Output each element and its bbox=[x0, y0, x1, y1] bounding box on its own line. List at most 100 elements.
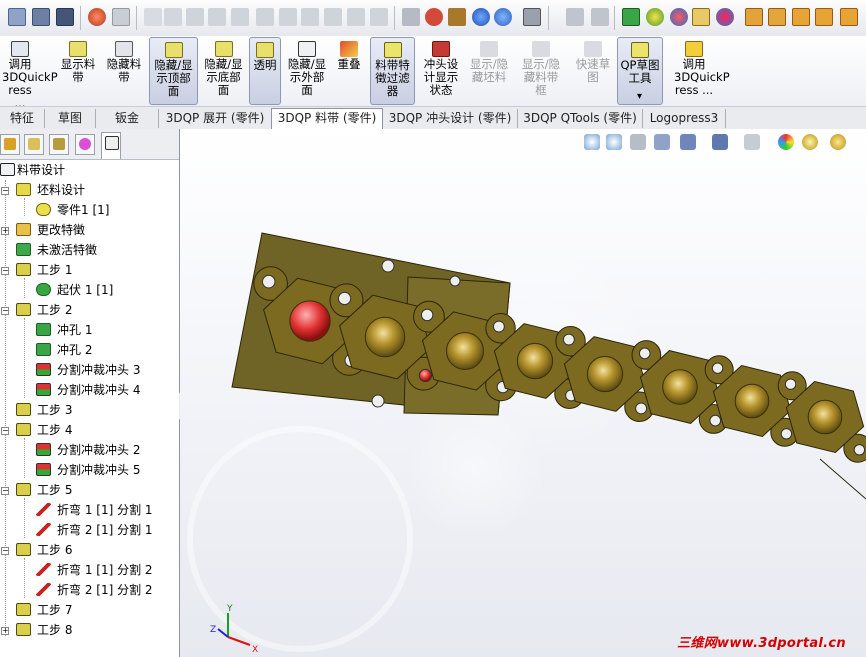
toggle-blank-button[interactable]: 显示/隐 藏坯料 bbox=[466, 37, 512, 105]
search-icon[interactable] bbox=[472, 8, 490, 26]
tab-3dqp-qtools[interactable]: 3DQP QTools (零件) bbox=[518, 109, 643, 128]
tab-sketch[interactable]: 草图 bbox=[45, 109, 96, 128]
collapse-toggle[interactable]: − bbox=[1, 427, 9, 435]
expand-toggle[interactable]: + bbox=[1, 227, 9, 235]
call-3dquickpress-button-2[interactable]: 调用 3DQuickP ress ... bbox=[672, 37, 730, 105]
overlap-button[interactable]: 重叠 bbox=[333, 37, 365, 105]
strip-tab-icon bbox=[105, 136, 119, 150]
split-punch-icon bbox=[36, 443, 51, 456]
outer-face-icon bbox=[298, 41, 316, 57]
tab-3dqp-punch-design[interactable]: 3DQP 冲头设计 (零件) bbox=[383, 109, 518, 128]
expand-toggle[interactable]: + bbox=[1, 627, 9, 635]
tee-icon[interactable] bbox=[324, 8, 342, 26]
rebuild-icon[interactable] bbox=[88, 8, 106, 26]
configuration-icon bbox=[53, 138, 65, 150]
bottom-face-icon bbox=[214, 41, 233, 57]
tab-hole bbox=[635, 402, 648, 415]
toggle-strip-frame-button[interactable]: 显示/隐 藏料带 框 bbox=[517, 37, 565, 105]
die-icon[interactable] bbox=[768, 8, 786, 26]
tool-a-icon[interactable] bbox=[566, 8, 584, 26]
part-dome bbox=[586, 355, 624, 393]
properties-icon[interactable] bbox=[523, 8, 541, 26]
tab-3dqp-unfold[interactable]: 3DQP 展开 (零件) bbox=[159, 109, 272, 128]
feature-manager-panel: 料带设计 − 坯料设计 零件1 [1] + 更改特徵 未激活特徵 − 工步 1 … bbox=[0, 129, 180, 657]
panel-tabs bbox=[0, 129, 179, 160]
tab-3dqp-strip[interactable]: 3DQP 料带 (零件) bbox=[271, 108, 383, 130]
cut-icon[interactable] bbox=[425, 8, 443, 26]
globe-green-icon[interactable] bbox=[646, 8, 664, 26]
call-3dquickpress-button[interactable]: 调用 3DQuickP ress ... bbox=[0, 37, 58, 110]
transparent-button[interactable]: 透明 bbox=[249, 37, 281, 105]
camera-icon[interactable] bbox=[402, 8, 420, 26]
punch-design-state-button[interactable]: 冲头设 计显示 状态 bbox=[418, 37, 464, 105]
collapse-toggle[interactable]: − bbox=[1, 487, 9, 495]
show-strip-button[interactable]: 显示料 带 bbox=[56, 37, 100, 105]
magnet-icon[interactable] bbox=[448, 8, 466, 26]
blank-design-icon bbox=[16, 183, 31, 196]
tab-hole bbox=[709, 414, 722, 427]
dimxpert-tab[interactable] bbox=[75, 134, 95, 155]
chevron-down-icon[interactable]: ▾ bbox=[637, 90, 642, 103]
pin-icon[interactable] bbox=[716, 8, 734, 26]
stamp-icon[interactable] bbox=[745, 8, 763, 26]
collapse-toggle[interactable]: − bbox=[1, 307, 9, 315]
part-dome bbox=[289, 300, 331, 342]
feature-tree-icon bbox=[4, 138, 16, 150]
grid2-icon[interactable] bbox=[301, 8, 319, 26]
tab-logopress3[interactable]: Logopress3 bbox=[643, 109, 726, 128]
punch2-icon[interactable] bbox=[815, 8, 833, 26]
quickpress-yellow-icon bbox=[685, 41, 703, 57]
list-icon[interactable] bbox=[186, 8, 204, 26]
punch-icon[interactable] bbox=[792, 8, 810, 26]
tree-node-blank-design[interactable]: − 坯料设计 bbox=[0, 180, 179, 200]
grid-icon[interactable] bbox=[164, 8, 182, 26]
collapse-toggle[interactable]: − bbox=[1, 267, 9, 275]
tab-hole bbox=[780, 428, 793, 440]
strip-feature-filter-button[interactable]: 料带特 徵过滤 器 bbox=[370, 37, 415, 105]
graphics-viewport[interactable]: Y X Z 三维网www.3dportal.cn bbox=[180, 129, 866, 657]
toggle-bottom-face-button[interactable]: 隐藏/显 示底部 面 bbox=[200, 37, 247, 105]
sketch-line-icon[interactable] bbox=[144, 8, 162, 26]
pierce-icon bbox=[36, 323, 51, 336]
collapse-toggle[interactable]: − bbox=[1, 187, 9, 195]
tool-b-icon[interactable] bbox=[591, 8, 609, 26]
strip-frame-icon bbox=[532, 41, 550, 57]
feature-tree-tab[interactable] bbox=[0, 134, 20, 155]
top-face-icon bbox=[164, 42, 183, 58]
panel-icon[interactable] bbox=[370, 8, 388, 26]
tee2-icon[interactable] bbox=[347, 8, 365, 26]
tab-sheetmetal[interactable]: 钣金 bbox=[96, 109, 159, 128]
strip-model[interactable]: Y X Z bbox=[180, 129, 866, 657]
columns-icon[interactable] bbox=[208, 8, 226, 26]
tab-hole bbox=[638, 347, 651, 360]
quick-sketch-icon bbox=[584, 41, 602, 57]
qp-sketch-tools-button[interactable]: QP草图 工具 ▾ bbox=[617, 37, 663, 105]
quick-sketch-button[interactable]: 快速草 图 bbox=[571, 37, 615, 105]
floppy-save-icon[interactable] bbox=[56, 8, 74, 26]
punch3-icon[interactable] bbox=[840, 8, 858, 26]
split-punch-icon bbox=[36, 463, 51, 476]
red-arrows-icon[interactable] bbox=[670, 8, 688, 26]
step-icon bbox=[16, 483, 31, 496]
table-icon[interactable] bbox=[256, 8, 274, 26]
scissors-icon[interactable] bbox=[231, 8, 249, 26]
strip-layout-tab[interactable] bbox=[101, 132, 121, 159]
save-file-icon[interactable] bbox=[32, 8, 50, 26]
hand-icon[interactable] bbox=[692, 8, 710, 26]
collapse-toggle[interactable]: − bbox=[1, 547, 9, 555]
tab-hole bbox=[492, 320, 505, 333]
toggle-outer-face-button[interactable]: 隐藏/显 示外部 面 bbox=[284, 37, 330, 105]
bend-icon bbox=[36, 523, 51, 536]
step-icon bbox=[16, 263, 31, 276]
property-manager-tab[interactable] bbox=[24, 134, 44, 155]
configuration-tab[interactable] bbox=[49, 134, 69, 155]
options-icon[interactable] bbox=[8, 8, 26, 26]
hide-strip-button[interactable]: 隐藏料 带 bbox=[102, 37, 146, 105]
frame-icon[interactable] bbox=[279, 8, 297, 26]
select-icon[interactable] bbox=[112, 8, 130, 26]
info-icon[interactable] bbox=[494, 8, 512, 26]
green-frame-icon[interactable] bbox=[622, 8, 640, 26]
tab-features[interactable]: 特征 bbox=[0, 109, 45, 128]
tab-hole bbox=[853, 444, 866, 456]
toggle-top-face-button[interactable]: 隐藏/显 示顶部 面 bbox=[149, 37, 198, 105]
